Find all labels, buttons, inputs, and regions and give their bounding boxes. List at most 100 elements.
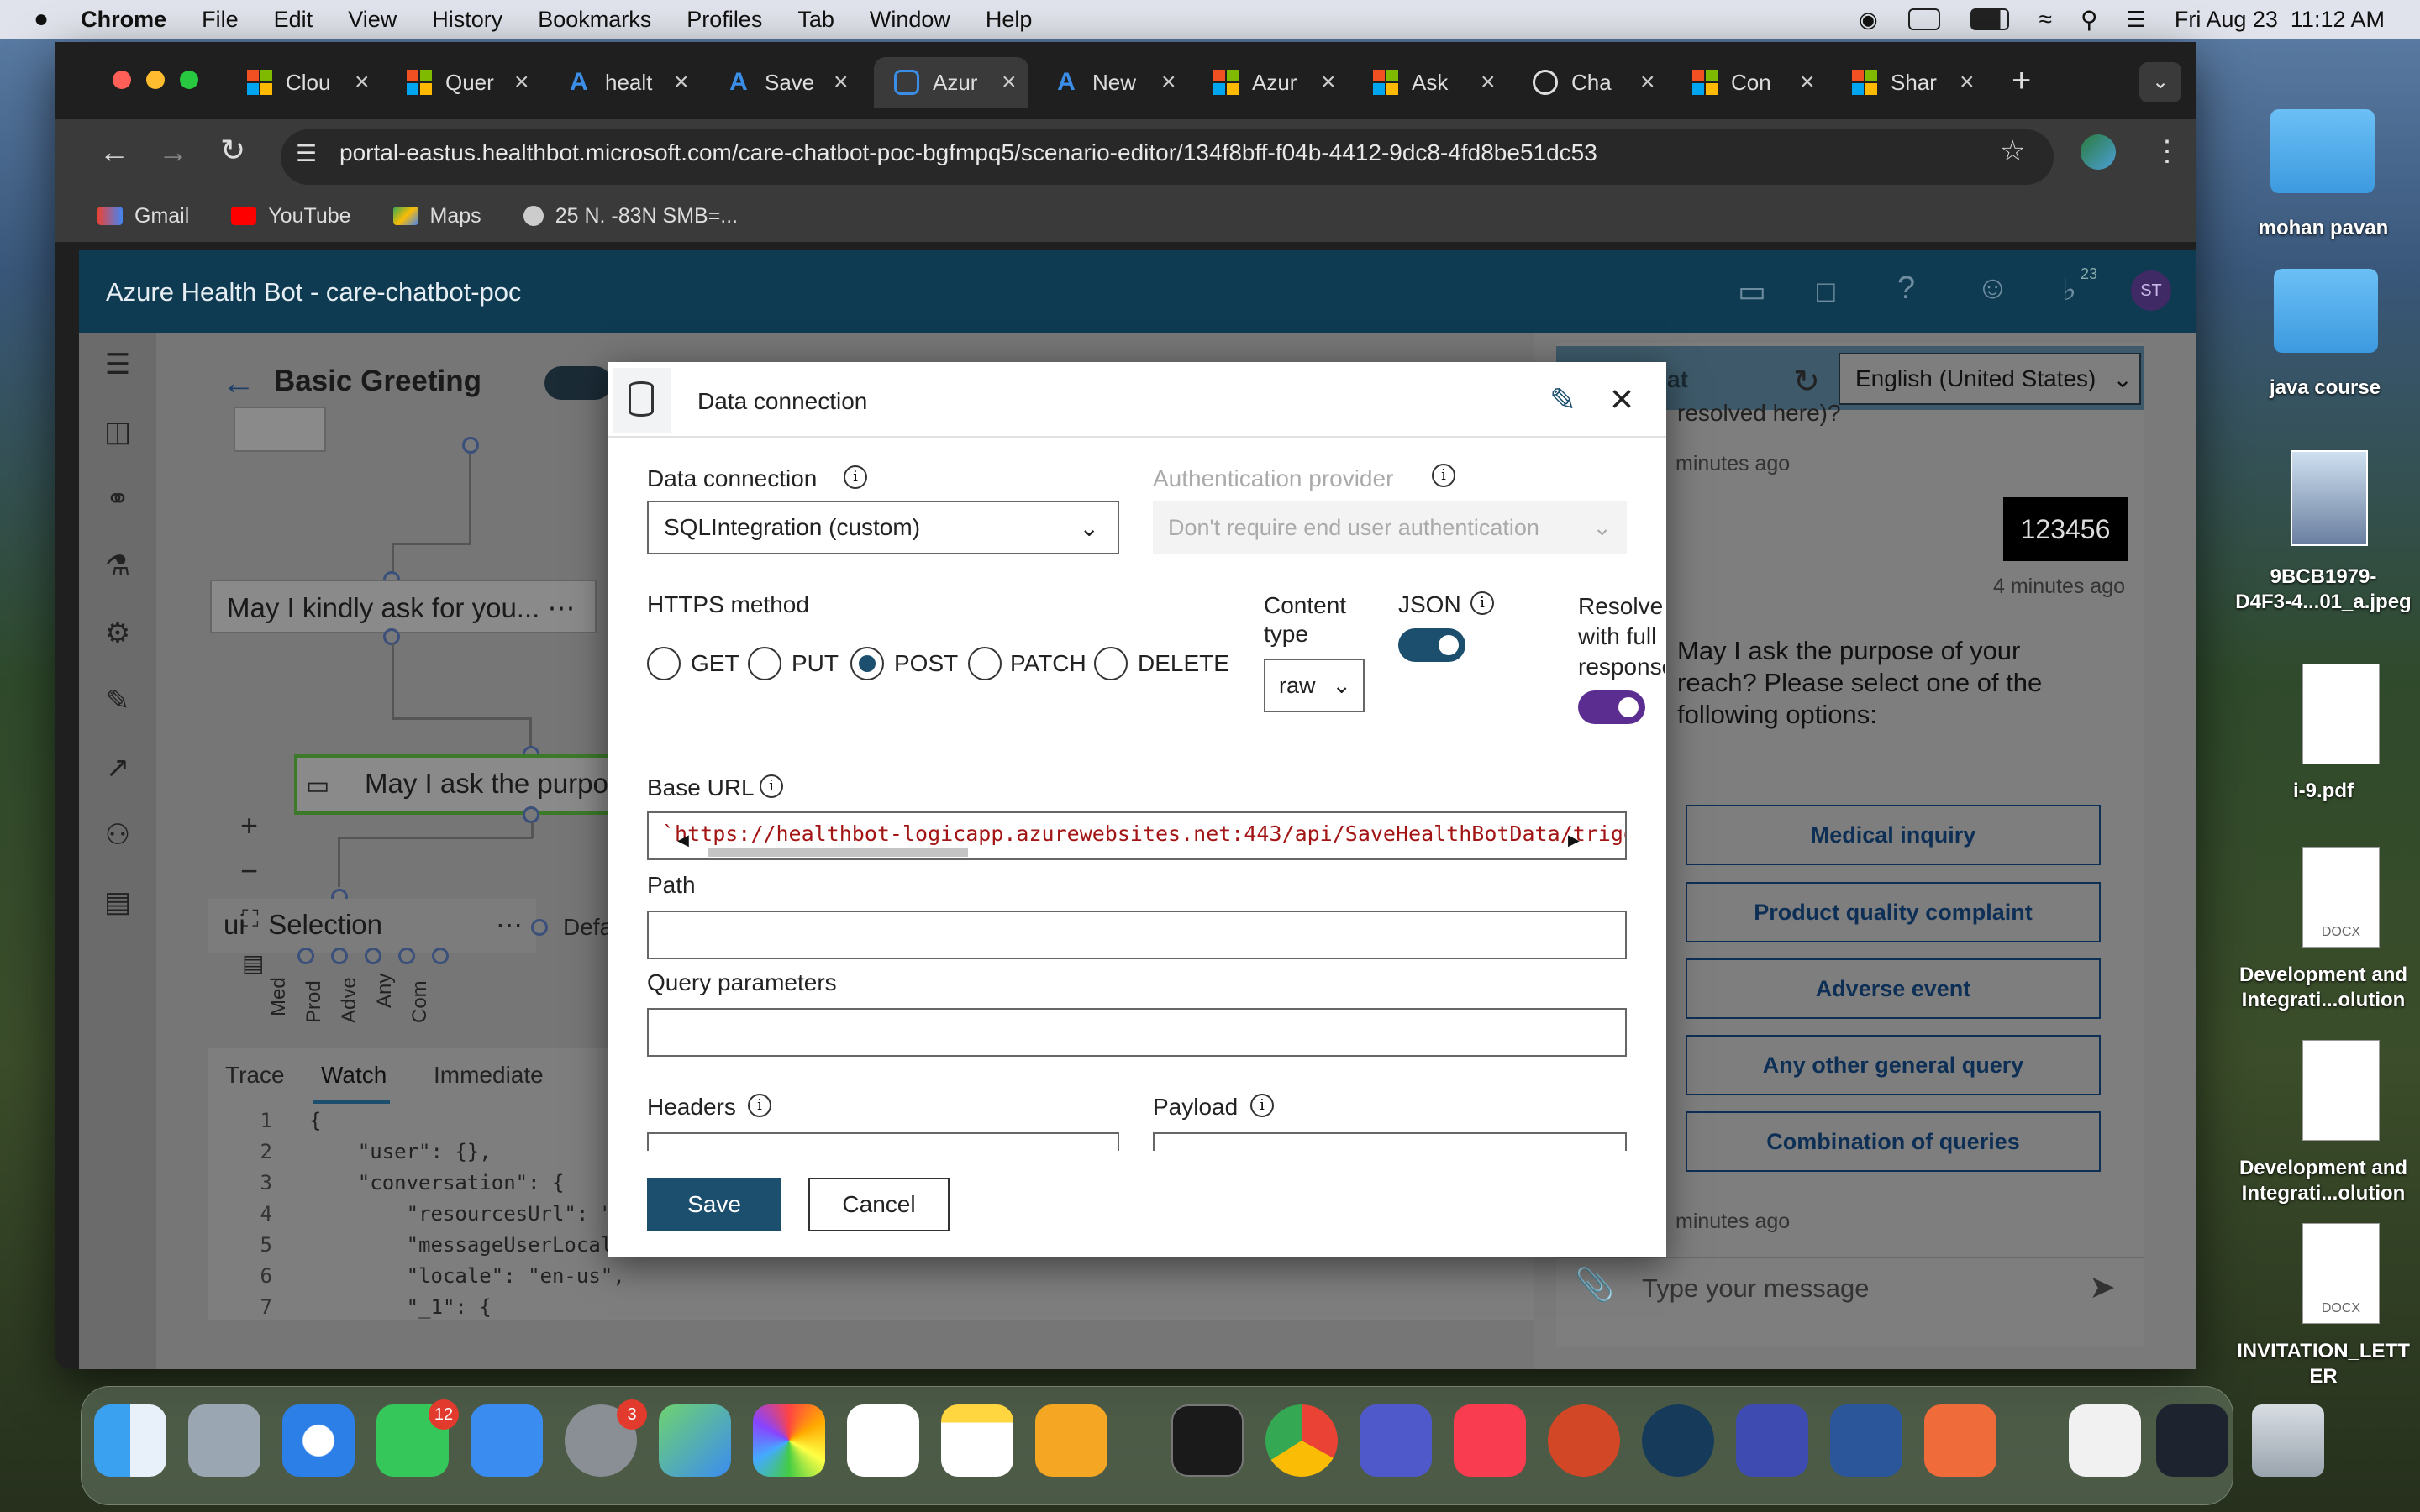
folder-icon[interactable]: [2270, 109, 2375, 193]
branch-port[interactable]: [398, 948, 415, 964]
help-icon[interactable]: ?: [1897, 270, 1915, 307]
forward-icon[interactable]: →: [158, 134, 188, 170]
word-icon[interactable]: [1830, 1404, 1902, 1477]
scenario-active-toggle[interactable]: [544, 366, 612, 400]
browser-tab[interactable]: Cha ×: [1512, 57, 1667, 108]
url-text[interactable]: portal-eastus.healthbot.microsoft.com/ca…: [339, 139, 1597, 166]
stethoscope-icon[interactable]: ⚭: [101, 482, 134, 516]
option-general-query-button[interactable]: Any other general query: [1686, 1035, 2101, 1095]
folder-icon[interactable]: [2274, 269, 2378, 353]
info-icon[interactable]: i: [1250, 1094, 1274, 1117]
info-icon[interactable]: i: [1470, 591, 1494, 615]
path-input[interactable]: [647, 911, 1627, 959]
radio-patch[interactable]: [968, 647, 1002, 680]
connector-port[interactable]: [531, 919, 548, 936]
zoom-out-icon[interactable]: −: [240, 853, 258, 889]
attach-icon[interactable]: 📎: [1575, 1267, 1614, 1304]
resolve-full-response-toggle[interactable]: [1578, 690, 1645, 724]
minimize-window-button[interactable]: [146, 71, 165, 89]
menu-help[interactable]: Help: [986, 7, 1033, 33]
node-more-icon[interactable]: ⋯: [547, 592, 575, 623]
connector-port[interactable]: [383, 628, 400, 645]
pages-icon[interactable]: [1035, 1404, 1107, 1477]
option-product-quality-button[interactable]: Product quality complaint: [1686, 882, 2101, 942]
branch-port[interactable]: [297, 948, 314, 964]
zoom-in-icon[interactable]: +: [240, 808, 258, 843]
menu-profiles[interactable]: Profiles: [687, 7, 762, 33]
notifications-icon[interactable]: ♭: [2062, 272, 2076, 307]
bookmark-gmail[interactable]: Gmail: [97, 204, 189, 228]
browser-tab[interactable]: Shar ×: [1832, 57, 1986, 108]
radio-post[interactable]: [850, 647, 884, 680]
screen-record-icon[interactable]: ◉: [1859, 7, 1878, 33]
info-icon[interactable]: i: [748, 1094, 771, 1117]
menu-edit[interactable]: Edit: [274, 7, 313, 33]
language-select[interactable]: English (United States) ⌄: [1839, 353, 2141, 405]
browser-tab[interactable]: Azur ×: [1193, 57, 1348, 108]
json-toggle[interactable]: [1398, 628, 1465, 662]
connector-port[interactable]: [523, 806, 539, 823]
flow-node-partial[interactable]: [234, 407, 326, 452]
menu-bookmarks[interactable]: Bookmarks: [538, 7, 651, 33]
branch-port[interactable]: [331, 948, 348, 964]
headers-editor[interactable]: [647, 1132, 1119, 1151]
reload-icon[interactable]: ↻: [220, 133, 245, 168]
vpn-app-icon[interactable]: [1736, 1404, 1808, 1477]
battery-icon[interactable]: [1970, 8, 2009, 30]
profile-icon[interactable]: [2081, 134, 2116, 170]
info-icon[interactable]: i: [760, 774, 783, 798]
image-file-icon[interactable]: [2291, 450, 2368, 546]
info-icon[interactable]: i: [844, 465, 867, 489]
close-tab-icon[interactable]: ×: [355, 68, 370, 97]
close-tab-icon[interactable]: ×: [1161, 68, 1176, 97]
close-tab-icon[interactable]: ×: [1640, 68, 1655, 97]
browser-tab-active[interactable]: Azur ×: [874, 57, 1028, 108]
close-tab-icon[interactable]: ×: [1960, 68, 1975, 97]
launchpad-icon[interactable]: [188, 1404, 260, 1477]
radio-get[interactable]: [647, 647, 681, 680]
menu-window[interactable]: Window: [870, 7, 950, 33]
finder-icon[interactable]: [94, 1404, 166, 1477]
apple-icon[interactable]: ●: [34, 5, 49, 34]
auth-provider-select[interactable]: Don't require end user authentication ⌄: [1153, 501, 1627, 554]
back-icon[interactable]: ←: [99, 134, 129, 170]
horizontal-scrollbar[interactable]: [708, 848, 968, 857]
option-medical-inquiry-button[interactable]: Medical inquiry: [1686, 805, 2101, 865]
integration-icon[interactable]: ✎: [101, 684, 134, 717]
folder-icon[interactable]: ▤: [101, 885, 134, 919]
edit-pencil-icon[interactable]: ✎: [1549, 381, 1576, 419]
bookmark-maps[interactable]: Maps: [392, 204, 481, 228]
powerpoint-icon[interactable]: [1548, 1404, 1620, 1477]
recent-document-icon[interactable]: [2069, 1404, 2141, 1477]
close-tab-icon[interactable]: ×: [1321, 68, 1336, 97]
settings-icon[interactable]: ⚙: [101, 617, 134, 650]
spotlight-icon[interactable]: ⚲: [2081, 6, 2098, 34]
close-window-button[interactable]: [113, 71, 131, 89]
radio-put[interactable]: [748, 647, 781, 680]
browser-tab[interactable]: A Save ×: [706, 57, 860, 108]
close-tab-icon[interactable]: ×: [1800, 68, 1815, 97]
mail-icon[interactable]: [471, 1404, 543, 1477]
avatar[interactable]: ST: [2131, 270, 2171, 311]
photos-icon[interactable]: [753, 1404, 825, 1477]
close-tab-icon[interactable]: ×: [514, 68, 529, 97]
pdf-file-icon[interactable]: [2302, 664, 2380, 764]
radio-delete[interactable]: [1094, 647, 1128, 680]
branch-port[interactable]: [432, 948, 449, 964]
browser-tab[interactable]: Ahealt ×: [546, 57, 701, 108]
connector-port[interactable]: [462, 437, 479, 454]
save-button[interactable]: Save: [647, 1178, 781, 1231]
postman-icon[interactable]: [1924, 1404, 1996, 1477]
info-icon[interactable]: i: [1432, 464, 1455, 487]
hamburger-icon[interactable]: ☰: [101, 348, 134, 381]
scroll-right-icon[interactable]: ▶: [1568, 832, 1580, 849]
menubar-clock[interactable]: Fri Aug 23 11:12 AM: [2175, 7, 2385, 33]
bookmark-star-icon[interactable]: ☆: [2000, 134, 2025, 168]
flow-node-ask-purpose[interactable]: May I ask the purpo: [294, 754, 613, 815]
browser-tab[interactable]: Con ×: [1672, 57, 1827, 108]
menu-file[interactable]: File: [202, 7, 239, 33]
minimap-icon[interactable]: ▤: [242, 949, 264, 977]
scroll-left-icon[interactable]: ◀: [677, 832, 689, 849]
close-tab-icon[interactable]: ×: [834, 68, 849, 97]
base-url-input[interactable]: `https://healthbot-logicapp.azurewebsite…: [647, 811, 1627, 860]
